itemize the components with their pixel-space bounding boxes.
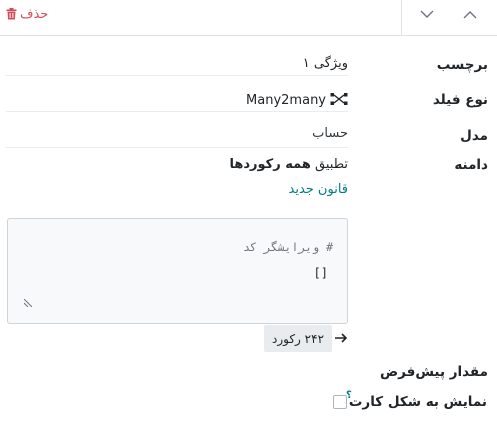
- chevron-down-icon: [420, 10, 434, 18]
- field-type-select[interactable]: Many2many: [6, 90, 348, 112]
- trash-icon: [6, 8, 17, 20]
- arrow-right-icon[interactable]: [334, 331, 348, 345]
- show-as-card-checkbox[interactable]: [333, 395, 347, 409]
- domain-prefix: تطبیق: [315, 157, 348, 172]
- resize-handle-icon[interactable]: [24, 299, 32, 307]
- domain-code-editor[interactable]: # ویرایشگر کد []: [7, 218, 348, 324]
- field-type-title: نوع فیلد: [432, 92, 488, 108]
- label-field-input[interactable]: ویژگی ۱: [6, 56, 348, 76]
- domain-title: دامنه: [454, 157, 488, 173]
- form-toolbar: حذف: [0, 0, 497, 36]
- many2many-icon: [330, 92, 348, 110]
- label-field-title: برچسب: [436, 57, 488, 73]
- toolbar-divider: [401, 0, 402, 36]
- next-record-button[interactable]: [410, 2, 444, 26]
- delete-button[interactable]: حذف: [6, 5, 48, 23]
- record-count-button[interactable]: ۲۴۲ رکورد: [264, 325, 332, 352]
- show-as-card-title: نمایش به شکل کارت: [348, 394, 487, 410]
- previous-record-button[interactable]: [453, 2, 487, 26]
- domain-match-all: همه رکوردها: [229, 157, 311, 172]
- delete-label: حذف: [20, 6, 49, 22]
- domain-summary: تطبیق همه رکوردها: [229, 157, 348, 172]
- editor-comment: # ویرایشگر کد: [242, 240, 333, 254]
- editor-value: []: [313, 266, 328, 280]
- model-value: حساب: [6, 126, 348, 148]
- new-rule-link[interactable]: قانون جدید: [289, 182, 349, 197]
- field-type-value: Many2many: [246, 93, 326, 108]
- default-value-title: مقدار پیش‌فرض: [379, 364, 488, 380]
- model-title: مدل: [460, 128, 488, 144]
- chevron-up-icon: [463, 10, 477, 18]
